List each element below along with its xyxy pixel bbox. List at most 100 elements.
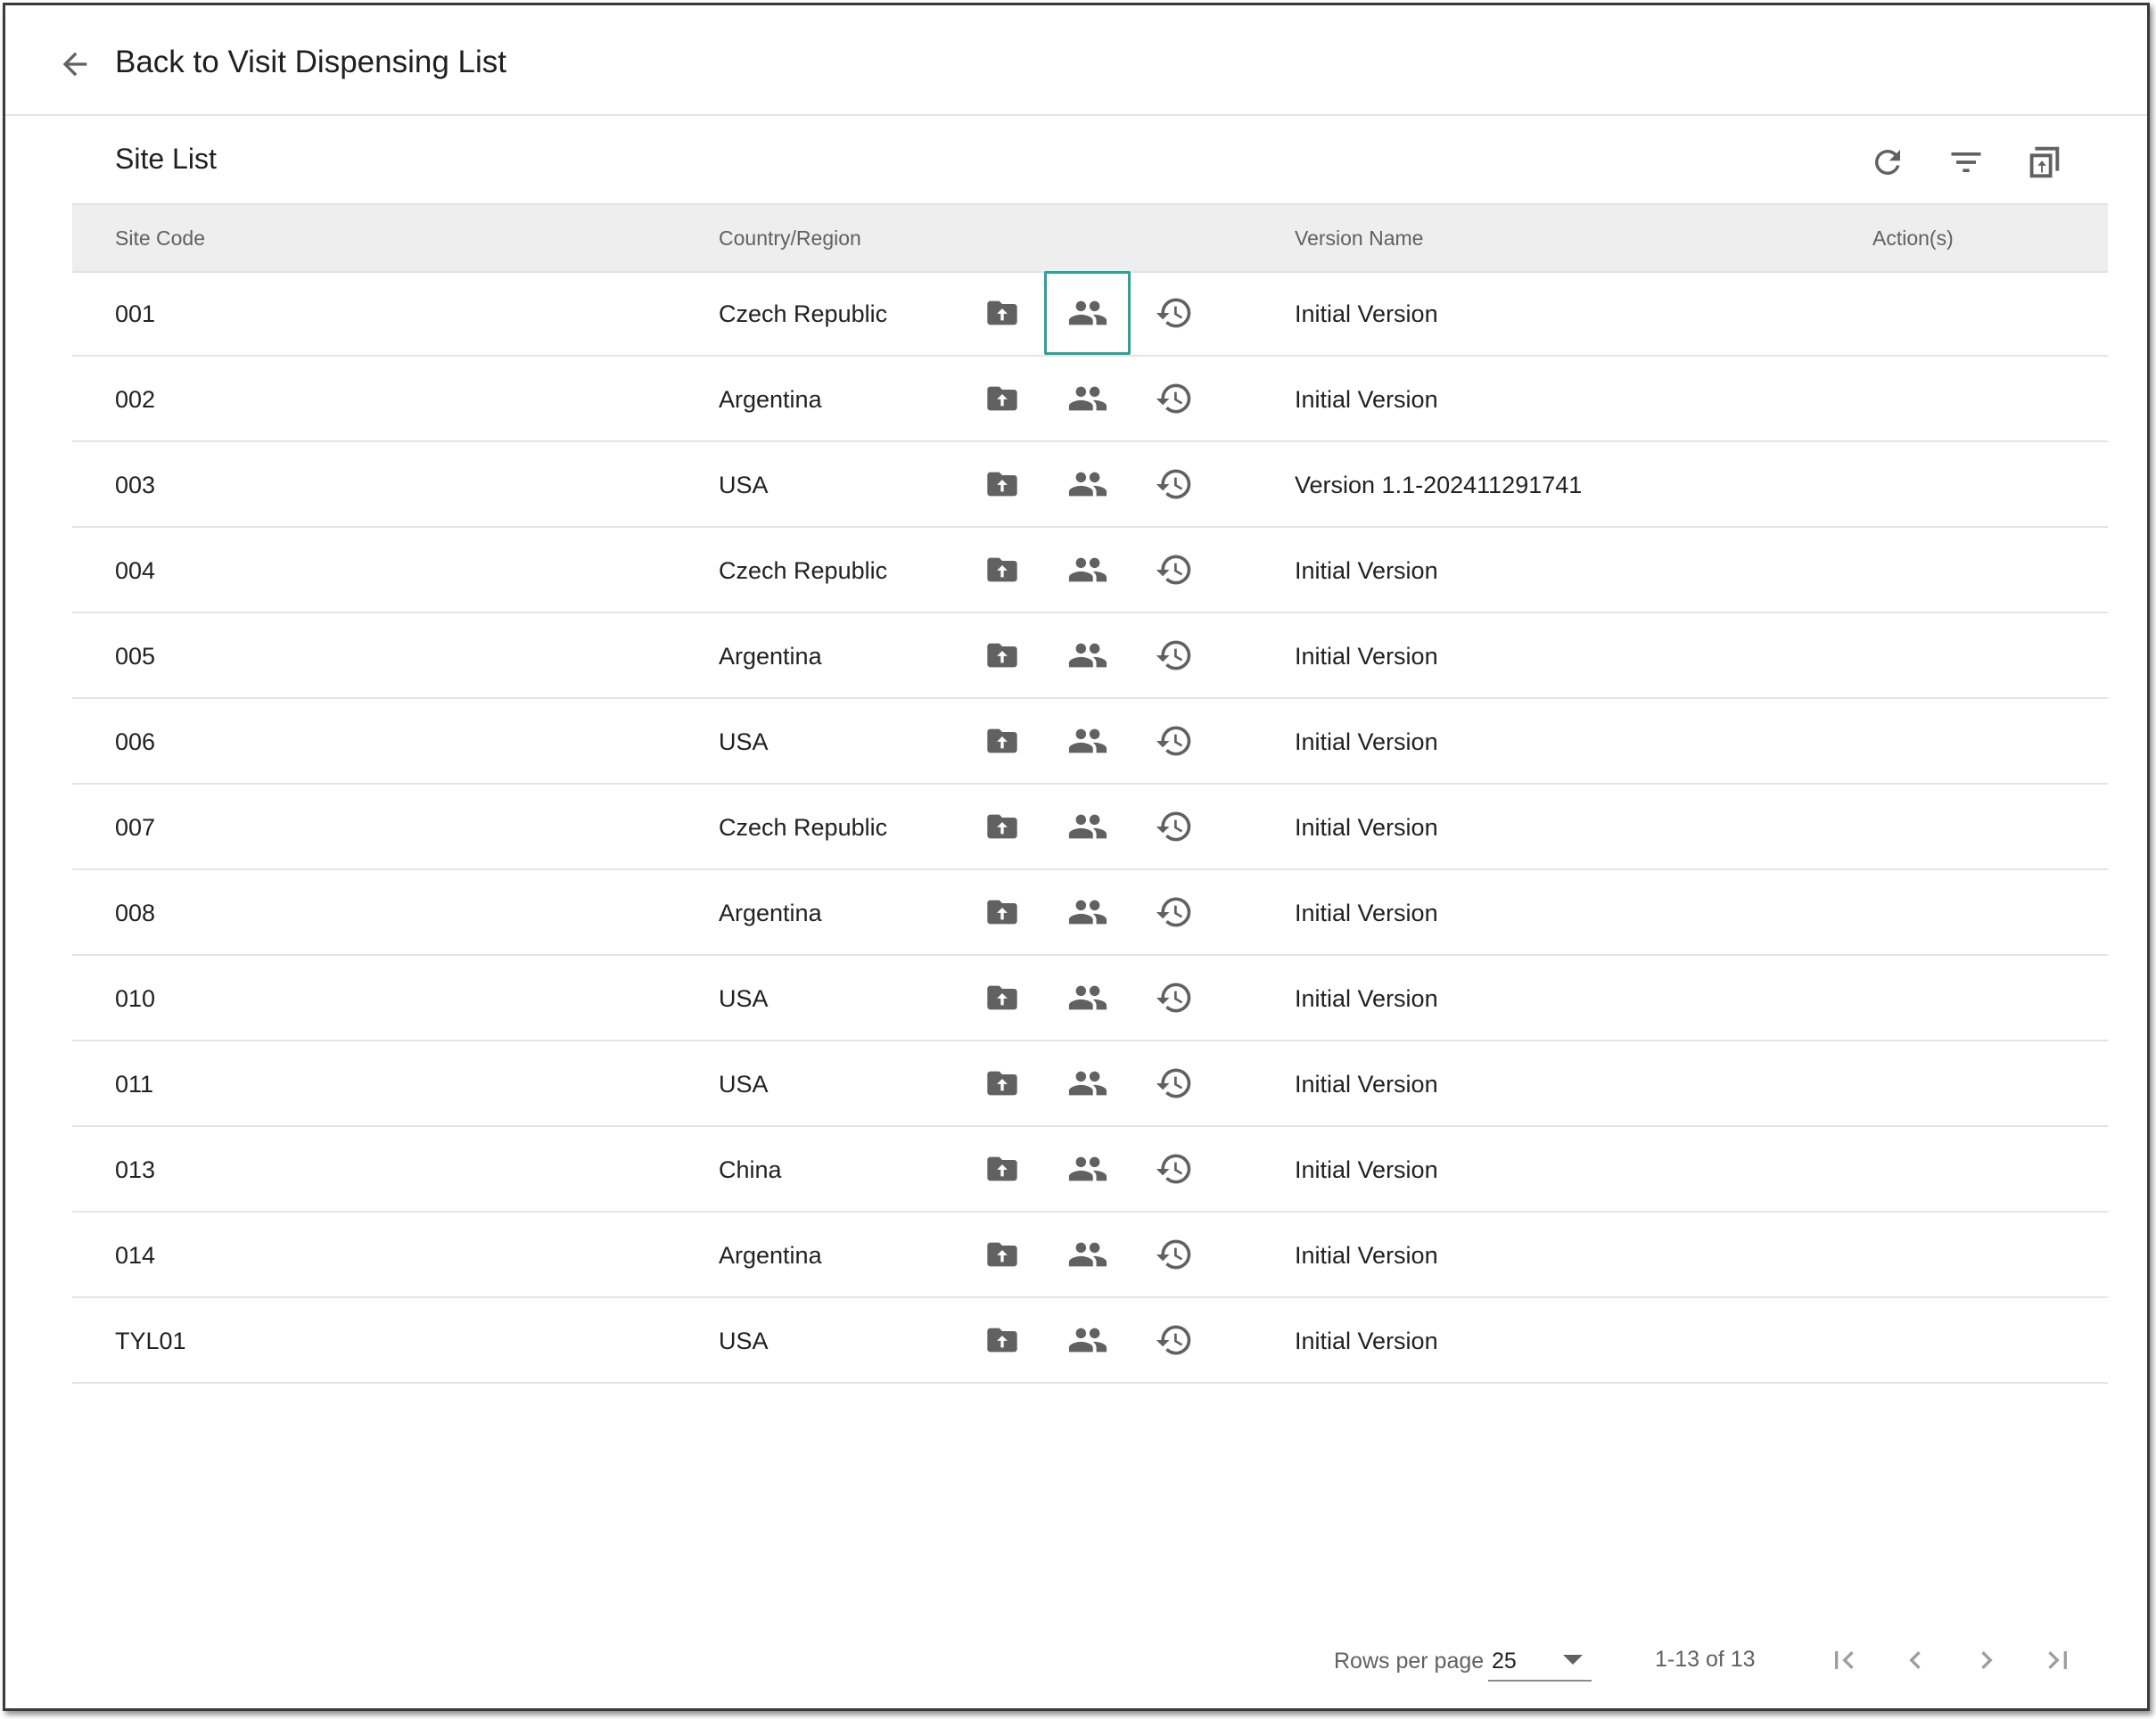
table-row: 004 Czech Republic Initial Version — [72, 528, 2108, 613]
history-button[interactable] — [1147, 371, 1202, 426]
site-code-cell: 002 — [115, 386, 156, 413]
site-users-button[interactable] — [1060, 1312, 1115, 1368]
version-name-cell: Initial Version — [1295, 643, 1438, 670]
upload-button[interactable] — [975, 1056, 1030, 1111]
upload-button[interactable] — [975, 884, 1030, 940]
history-button[interactable] — [1147, 1312, 1202, 1368]
upload-folder-icon — [987, 386, 1017, 411]
site-users-button[interactable] — [1060, 628, 1115, 683]
first-page-icon — [1835, 1651, 1854, 1669]
history-icon — [1156, 897, 1191, 927]
table-row: 002 Argentina Initial Version — [72, 357, 2108, 442]
history-button[interactable] — [1147, 799, 1202, 854]
country-region-cell: China — [719, 1156, 782, 1183]
history-icon — [1156, 298, 1191, 328]
site-users-button[interactable] — [1060, 1227, 1115, 1282]
first-page-button[interactable] — [1821, 1637, 1867, 1683]
previous-page-button[interactable] — [1892, 1637, 1938, 1683]
upload-button[interactable] — [975, 628, 1030, 683]
country-region-cell: USA — [719, 1328, 769, 1354]
export-button[interactable] — [2017, 136, 2070, 189]
upload-button[interactable] — [975, 1312, 1030, 1368]
upload-button[interactable] — [975, 542, 1030, 597]
site-users-button[interactable] — [1060, 970, 1115, 1025]
history-button[interactable] — [1147, 884, 1202, 940]
history-button[interactable] — [1147, 1227, 1202, 1282]
rows-per-page-select[interactable]: 25 — [1488, 1641, 1592, 1682]
version-name-cell: Initial Version — [1295, 386, 1438, 413]
column-header-actions: Action(s) — [1872, 226, 1954, 250]
upload-button[interactable] — [975, 713, 1030, 769]
users-icon — [1068, 1071, 1107, 1096]
filter-button[interactable] — [1939, 136, 1993, 189]
upload-button[interactable] — [975, 970, 1030, 1025]
upload-button[interactable] — [975, 799, 1030, 854]
site-users-button[interactable] — [1044, 271, 1131, 355]
history-button[interactable] — [1147, 713, 1202, 769]
chevron-left-icon — [1909, 1651, 1921, 1669]
upload-button[interactable] — [975, 285, 1030, 341]
site-users-button[interactable] — [1060, 884, 1115, 940]
next-page-button[interactable] — [1963, 1637, 2010, 1683]
history-button[interactable] — [1147, 970, 1202, 1025]
site-code-cell: 010 — [115, 985, 156, 1012]
history-button[interactable] — [1147, 285, 1202, 341]
site-code-cell: 011 — [115, 1071, 154, 1098]
version-name-cell: Initial Version — [1295, 900, 1438, 926]
back-button[interactable] — [48, 37, 102, 91]
history-button[interactable] — [1147, 1141, 1202, 1197]
upload-button[interactable] — [975, 456, 1030, 512]
site-code-cell: 001 — [115, 300, 156, 327]
upload-button[interactable] — [975, 1141, 1030, 1197]
site-users-button[interactable] — [1060, 799, 1115, 854]
users-icon — [1068, 1156, 1107, 1181]
table-row: 010 USA Initial Version — [72, 956, 2108, 1041]
upload-button[interactable] — [975, 1227, 1030, 1282]
site-users-button[interactable] — [1060, 542, 1115, 597]
pagination-range: 1-13 of 13 — [1655, 1647, 1756, 1672]
last-page-icon — [2048, 1651, 2067, 1669]
upload-folder-icon — [987, 643, 1017, 668]
upload-folder-icon — [987, 300, 1017, 325]
site-users-button[interactable] — [1060, 713, 1115, 769]
country-region-cell: USA — [719, 472, 769, 498]
history-button[interactable] — [1147, 628, 1202, 683]
last-page-button[interactable] — [2035, 1637, 2081, 1683]
column-header-version-name[interactable]: Version Name — [1295, 225, 1423, 251]
history-button[interactable] — [1147, 456, 1202, 512]
history-button[interactable] — [1147, 1056, 1202, 1111]
table-row: 008 Argentina Initial Version — [72, 870, 2108, 956]
upload-folder-icon — [987, 728, 1017, 753]
version-name-cell: Initial Version — [1295, 1071, 1438, 1098]
version-name-cell: Initial Version — [1295, 557, 1438, 584]
upload-button[interactable] — [975, 371, 1030, 426]
country-region-cell: Czech Republic — [719, 557, 888, 584]
table-row: 001 Czech Republic Initial Version — [72, 271, 2108, 357]
history-button[interactable] — [1147, 542, 1202, 597]
panel-title: Site List — [115, 143, 217, 175]
upload-folder-icon — [987, 900, 1017, 925]
column-header-site-code[interactable]: Site Code — [115, 225, 205, 251]
site-code-cell: TYL01 — [115, 1328, 186, 1354]
site-code-cell: 006 — [115, 728, 156, 755]
back-link-label[interactable]: Back to Visit Dispensing List — [115, 41, 506, 84]
pagination-bar: Rows per page 25 1-13 of 13 — [5, 1628, 2147, 1690]
site-users-button[interactable] — [1060, 1056, 1115, 1111]
site-users-button[interactable] — [1060, 456, 1115, 512]
country-region-cell: Argentina — [719, 900, 822, 926]
table-row: 011 USA Initial Version — [72, 1041, 2108, 1127]
upload-folder-icon — [987, 1242, 1017, 1267]
country-region-cell: Czech Republic — [719, 814, 888, 841]
upload-folder-icon — [987, 1156, 1017, 1181]
table-row: 003 USA Version 1.1-202411291741 — [72, 442, 2108, 528]
site-users-button[interactable] — [1060, 371, 1115, 426]
users-icon — [1068, 386, 1107, 411]
refresh-button[interactable] — [1861, 136, 1914, 189]
history-icon — [1156, 983, 1191, 1013]
column-header-country-region[interactable]: Country/Region — [719, 225, 861, 251]
site-users-button[interactable] — [1060, 1141, 1115, 1197]
table-row: 006 USA Initial Version — [72, 699, 2108, 785]
users-icon — [1068, 300, 1107, 325]
filter-icon — [1951, 152, 1981, 172]
users-icon — [1068, 900, 1107, 925]
